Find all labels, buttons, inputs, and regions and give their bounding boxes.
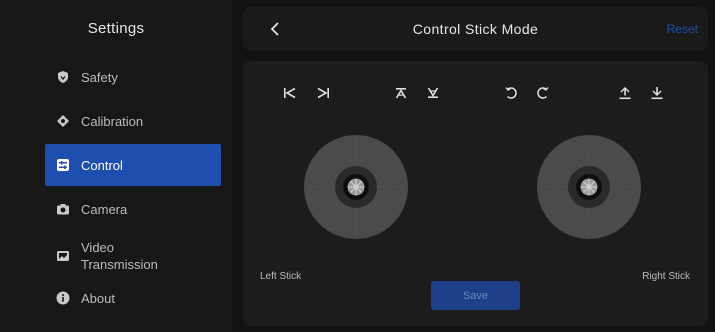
- rotate-left-icon[interactable]: [501, 83, 521, 103]
- descend-icon[interactable]: [647, 83, 667, 103]
- skip-back-icon[interactable]: [280, 83, 300, 103]
- right-stick-label: Right Stick: [642, 271, 690, 282]
- tilt-up-icon[interactable]: [391, 83, 411, 103]
- sidebar-item-label: Video Transmission: [81, 240, 158, 272]
- save-button[interactable]: Save: [431, 281, 520, 310]
- sidebar-item-about[interactable]: About: [45, 277, 221, 319]
- left-stick-joystick[interactable]: [303, 134, 409, 240]
- sidebar-title: Settings: [87, 20, 145, 37]
- page-title: Control Stick Mode: [412, 21, 539, 37]
- tilt-down-icon[interactable]: [423, 83, 443, 103]
- sidebar: Settings Safety Calibration Control Came…: [0, 0, 232, 332]
- sidebar-item-label: About: [81, 290, 115, 306]
- control-icon: [55, 157, 71, 173]
- reset-button[interactable]: Reset: [667, 22, 698, 36]
- diamond-icon: [55, 113, 71, 129]
- camera-icon: [55, 201, 71, 217]
- video-transmission-icon: [55, 248, 71, 264]
- rotate-right-icon[interactable]: [533, 83, 553, 103]
- shield-icon: [55, 69, 71, 85]
- sidebar-item-label: Safety: [81, 69, 118, 85]
- sidebar-item-video-transmission[interactable]: Video Transmission: [45, 233, 221, 279]
- ascend-icon[interactable]: [615, 83, 635, 103]
- sidebar-item-label: Calibration: [81, 113, 144, 129]
- sidebar-item-label: Control: [81, 157, 123, 173]
- control-stick-panel: Left Stick Right Stick Save: [243, 61, 708, 326]
- sidebar-item-camera[interactable]: Camera: [45, 188, 221, 230]
- header-bar: Control Stick Mode Reset: [243, 7, 708, 51]
- sidebar-item-control[interactable]: Control: [45, 144, 221, 186]
- sidebar-item-safety[interactable]: Safety: [45, 56, 221, 98]
- sidebar-item-calibration[interactable]: Calibration: [45, 100, 221, 142]
- skip-forward-icon[interactable]: [313, 83, 333, 103]
- sidebar-item-label: Camera: [81, 201, 128, 217]
- info-icon: [55, 290, 71, 306]
- right-stick-joystick[interactable]: [536, 134, 642, 240]
- left-stick-label: Left Stick: [260, 271, 302, 282]
